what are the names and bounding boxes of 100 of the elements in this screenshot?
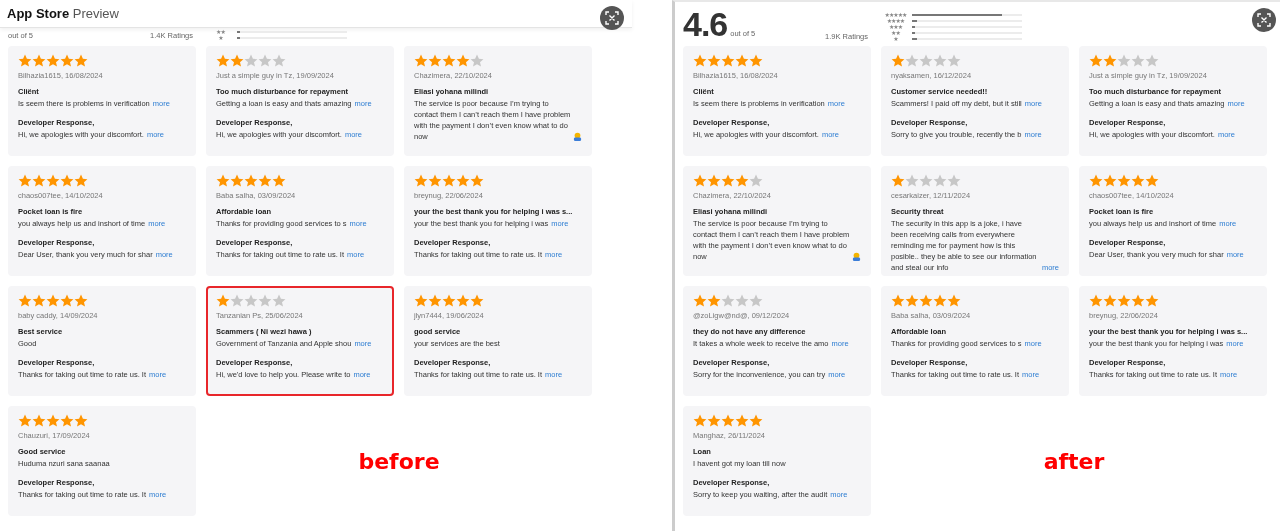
star-icon (1145, 294, 1159, 308)
star-icon (721, 294, 735, 308)
star-icon (470, 174, 484, 188)
star-icon (18, 414, 32, 428)
star-icon (470, 54, 484, 68)
star-icon (244, 54, 258, 68)
star-icon (721, 174, 735, 188)
star-icon (414, 174, 428, 188)
star-icon (1103, 174, 1117, 188)
exit-fullscreen-icon (605, 11, 619, 25)
star-icon (18, 294, 32, 308)
star-icon (456, 174, 470, 188)
star-icon (905, 54, 919, 68)
star-icon (721, 54, 735, 68)
star-icon (1131, 294, 1145, 308)
star-icon (1145, 174, 1159, 188)
star-icon (707, 54, 721, 68)
star-icon (272, 174, 286, 188)
star-icon (933, 294, 947, 308)
star-icon (414, 294, 428, 308)
star-icon (32, 414, 46, 428)
star-icon (707, 294, 721, 308)
caption-label: before (358, 448, 440, 474)
star-icon (244, 294, 258, 308)
star-icon (60, 174, 74, 188)
star-icon (32, 54, 46, 68)
star-icon (442, 174, 456, 188)
star-icon (1089, 294, 1103, 308)
star-icon (1131, 174, 1145, 188)
exit-fullscreen-button[interactable] (600, 6, 624, 30)
star-icon (32, 294, 46, 308)
star-icon (258, 294, 272, 308)
star-icon (470, 294, 484, 308)
star-icon (933, 174, 947, 188)
star-icon (947, 174, 961, 188)
star-icon (919, 174, 933, 188)
star-icon (933, 54, 947, 68)
star-icon (456, 54, 470, 68)
star-icon (32, 174, 46, 188)
star-icon (74, 174, 88, 188)
star-icon (230, 54, 244, 68)
average-rating: 4.6 (683, 7, 728, 41)
caption-label: after (1043, 448, 1105, 474)
star-icon (891, 294, 905, 308)
star-icon (735, 294, 749, 308)
star-icon (46, 54, 60, 68)
star-icon (1145, 54, 1159, 68)
star-icon (244, 174, 258, 188)
star-icon (707, 174, 721, 188)
star-icon (216, 54, 230, 68)
star-icon (456, 294, 470, 308)
star-icon (272, 294, 286, 308)
star-icon (891, 174, 905, 188)
exit-fullscreen-icon (1257, 13, 1271, 27)
star-icon (707, 414, 721, 428)
star-icon (46, 294, 60, 308)
star-icon (442, 54, 456, 68)
star-icon (905, 174, 919, 188)
star-icon (46, 174, 60, 188)
exit-fullscreen-button[interactable] (1252, 8, 1276, 32)
star-icon (749, 414, 763, 428)
star-icon (1117, 294, 1131, 308)
star-icon (919, 54, 933, 68)
star-icon (18, 174, 32, 188)
app-store-title: App Store Preview (7, 6, 119, 21)
star-icon (258, 54, 272, 68)
star-icon (905, 294, 919, 308)
star-icon (74, 414, 88, 428)
star-icon (693, 54, 707, 68)
star-icon (428, 294, 442, 308)
star-icon (749, 54, 763, 68)
star-icon (46, 414, 60, 428)
star-icon (693, 414, 707, 428)
star-icon (693, 294, 707, 308)
star-icon (60, 414, 74, 428)
star-icon (428, 54, 442, 68)
star-icon (1103, 294, 1117, 308)
star-icon (272, 54, 286, 68)
star-icon (60, 54, 74, 68)
star-icon (1089, 174, 1103, 188)
star-icon (428, 174, 442, 188)
star-icon (442, 294, 456, 308)
star-icon (735, 414, 749, 428)
star-icon (1131, 54, 1145, 68)
star-icon (1089, 54, 1103, 68)
star-icon (749, 174, 763, 188)
star-icon (18, 54, 32, 68)
star-icon (735, 54, 749, 68)
star-icon (1117, 174, 1131, 188)
star-icon (216, 174, 230, 188)
star-icon (749, 294, 763, 308)
star-icon (230, 294, 244, 308)
star-icon (735, 174, 749, 188)
star-icon (947, 294, 961, 308)
star-icon (891, 54, 905, 68)
star-icon (74, 294, 88, 308)
star-icon (919, 294, 933, 308)
star-icon (258, 174, 272, 188)
star-icon (60, 294, 74, 308)
star-icon (1103, 54, 1117, 68)
